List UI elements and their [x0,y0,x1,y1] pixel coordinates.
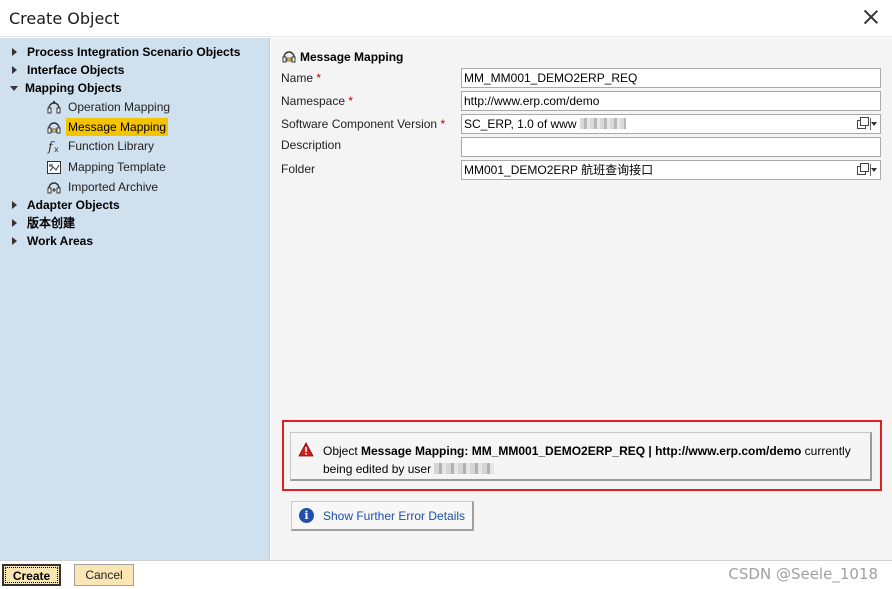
watermark: CSDN @Seele_1018 [728,565,878,583]
form-header-title: Message Mapping [300,50,404,64]
redacted-text [434,463,495,474]
tree-node-label: Process Integration Scenario Objects [27,45,241,59]
description-field[interactable] [461,137,881,157]
message-mapping-icon [47,122,61,134]
required-marker: * [348,94,354,108]
folder-field[interactable]: MM001_DEMO2ERP 航班查询接口 [461,160,881,180]
expand-arrow-icon[interactable] [12,201,17,209]
form-header: Message Mapping [281,48,403,66]
error-message-box: Object Message Mapping: MM_MM001_DEMO2ER… [290,432,872,481]
show-error-details-label: Show Further Error Details [323,509,466,523]
dialog-footer: Create Cancel CSDN @Seele_1018 [0,560,892,589]
description-label: Description [281,138,342,152]
dialog-title: Create Object [9,9,120,28]
software-component-version-field[interactable]: SC_ERP, 1.0 of www [461,114,881,134]
namespace-field[interactable]: http://www.erp.com/demo [461,91,881,111]
tree-leaf-label: Mapping Template [68,160,166,174]
tree-leaf-label: Message Mapping [66,118,169,136]
operation-mapping-icon [47,101,61,114]
required-marker: * [316,71,322,85]
tree-node-label: Work Areas [27,234,94,248]
title-bar: Create Object [0,0,892,37]
redacted-text [579,118,626,129]
expand-arrow-icon[interactable] [12,66,17,74]
name-label: Name * [281,71,322,85]
warning-triangle-icon [298,442,314,457]
value-help-icon[interactable] [856,117,878,131]
mapping-template-icon [47,161,61,174]
object-type-tree: Process Integration Scenario Objects Int… [0,38,270,560]
required-marker: * [440,117,446,131]
info-icon: i [299,508,314,523]
tree-leaf-label: Imported Archive [68,180,159,194]
folder-label: Folder [281,162,316,176]
value-help-icon[interactable] [856,163,878,177]
cancel-button[interactable]: Cancel [74,564,134,586]
error-object-name: Message Mapping: MM_MM001_DEMO2ERP_REQ |… [361,444,802,458]
create-button[interactable]: Create [2,564,61,586]
tree-node-label: 版本创建 [27,216,76,230]
function-library-icon: f x [47,140,59,154]
tree-node-label: Adapter Objects [27,198,120,212]
namespace-label: Namespace * [281,94,354,108]
expand-arrow-icon[interactable] [12,48,17,56]
tree-leaf-label: Function Library [68,139,155,153]
name-field[interactable]: MM_MM001_DEMO2ERP_REQ [461,68,881,88]
tree-node-label: Interface Objects [27,63,125,77]
error-text: Object Message Mapping: MM_MM001_DEMO2ER… [323,444,851,476]
collapse-arrow-icon[interactable] [10,86,18,91]
expand-arrow-icon[interactable] [12,237,17,245]
message-mapping-icon [282,51,296,63]
close-icon[interactable] [862,8,880,26]
software-component-version-label: Software Component Version * [281,117,446,131]
tree-node-label: Mapping Objects [25,81,122,95]
imported-archive-icon [47,182,61,194]
tree-leaf-label: Operation Mapping [68,100,171,114]
expand-arrow-icon[interactable] [12,219,17,227]
svg-text:x: x [54,145,59,154]
show-error-details-button[interactable]: i Show Further Error Details [291,501,474,531]
